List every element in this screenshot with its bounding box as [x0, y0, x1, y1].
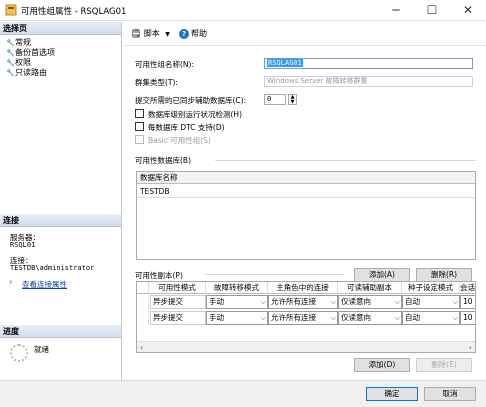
required-sync-spinner[interactable]: ▲ ▼ — [288, 94, 297, 105]
column-header[interactable]: 可读辅助副本 — [338, 282, 402, 294]
cluster-type-label: 群集类型(T): — [135, 78, 178, 87]
wrench-icon: 🔧 — [6, 59, 15, 67]
per-db-dtc-checkbox[interactable] — [135, 122, 144, 131]
database-name-column-header[interactable]: 数据库名称 — [137, 172, 475, 184]
chevron-down-icon: ⌵ — [330, 314, 336, 322]
primary-connections-select[interactable]: 允许所有连接 ⌵ — [268, 311, 338, 325]
chevron-down-icon: ⌵ — [394, 314, 400, 322]
required-sync-input[interactable]: 0 — [264, 94, 286, 105]
toolbar: 🗒 脚本 ▼ ? 帮助 — [123, 22, 486, 46]
row-selector[interactable] — [137, 295, 149, 309]
maximize-button[interactable]: ☐ — [414, 0, 450, 21]
column-header[interactable]: 故障转移模式 — [206, 282, 268, 294]
progress-status: 就绪 — [34, 345, 49, 354]
scroll-left-icon[interactable]: ‹ — [140, 342, 143, 352]
wrench-icon: 🔧 — [6, 49, 15, 57]
column-header[interactable]: 种子设定模式 — [402, 282, 460, 294]
help-button[interactable]: ? 帮助 — [179, 28, 207, 39]
chevron-down-icon: ⌵ — [394, 298, 400, 306]
replicas-grid[interactable]: 可用性模式 故障转移模式 主角色中的连接 可读辅助副本 种子设定模式 会话 异步… — [136, 281, 476, 353]
required-sync-label: 提交所需的已同步辅助数据库(C): — [135, 96, 247, 105]
ag-name-label: 可用性组名称(N): — [135, 60, 194, 69]
cluster-type-select[interactable]: Windows Server 故障转移群集 — [264, 76, 473, 87]
failover-mode-select[interactable]: 手动 ⌵ — [206, 295, 268, 309]
remove-database-button[interactable]: 删除(R) — [416, 268, 472, 282]
session-timeout-cell[interactable]: 10 — [460, 295, 475, 309]
scroll-right-icon[interactable]: › — [469, 342, 472, 352]
availability-mode-cell[interactable]: 异步提交 — [150, 311, 206, 325]
add-database-button[interactable]: 添加(A) — [354, 268, 410, 282]
horizontal-scrollbar[interactable]: ‹ › — [137, 341, 475, 352]
add-replica-button[interactable]: 添加(D) — [354, 358, 410, 372]
select-page-header: 选择页 — [0, 22, 121, 35]
failover-mode-select[interactable]: 手动 ⌵ — [206, 311, 268, 325]
ok-button[interactable]: 确定 — [366, 387, 418, 401]
chevron-down-icon: ⌵ — [260, 314, 266, 322]
seeding-mode-select[interactable]: 自动 ⌵ — [402, 311, 460, 325]
per-db-dtc-label: 每数据库 DTC 支持(D) — [148, 123, 225, 132]
connection-value: TESTDB\administrator — [10, 264, 95, 272]
cancel-button[interactable]: 取消 — [424, 387, 476, 401]
close-button[interactable]: ✕ — [450, 0, 486, 21]
table-row[interactable]: TESTDB — [137, 185, 475, 198]
wrench-icon: 🔧 — [6, 39, 15, 47]
replicas-group-label: 可用性副本(P) — [135, 271, 183, 280]
basic-ag-checkbox[interactable] — [135, 135, 144, 144]
chevron-down-icon: ⌵ — [452, 314, 458, 322]
seeding-mode-select[interactable]: 自动 ⌵ — [402, 295, 460, 309]
session-timeout-cell[interactable]: 10 — [460, 311, 475, 325]
basic-ag-label: Basic 可用性组(S) — [148, 136, 211, 145]
replicas-group-divider — [205, 274, 345, 275]
chevron-down-icon: ⌵ — [330, 298, 336, 306]
column-header[interactable]: 可用性模式 — [149, 282, 206, 294]
help-icon: ? — [179, 28, 189, 39]
remove-replica-button[interactable]: 删除(E) — [416, 358, 472, 372]
databases-grid[interactable]: 数据库名称 TESTDB — [136, 171, 476, 260]
page-item-general[interactable]: 🔧常规 — [6, 38, 31, 48]
availability-mode-cell[interactable]: 异步提交 — [150, 295, 206, 309]
connection-properties-icon: ⚡ — [8, 278, 14, 287]
db-health-checkbox[interactable] — [135, 109, 144, 118]
row-selector-header — [137, 282, 149, 294]
chevron-down-icon: ⌵ — [260, 298, 266, 306]
column-header[interactable]: 主角色中的连接 — [268, 282, 338, 294]
column-header[interactable]: 会话 — [460, 282, 475, 294]
progress-header: 进度 — [0, 325, 121, 338]
server-value: RSQL01 — [10, 241, 36, 249]
progress-spinner-icon — [10, 344, 28, 362]
wrench-icon: 🔧 — [6, 69, 15, 77]
row-selector[interactable] — [137, 311, 149, 325]
right-pane: 🗒 脚本 ▼ ? 帮助 可用性组名称(N): RSQLAG01 群集类型(T): … — [123, 22, 486, 407]
script-dropdown-icon[interactable]: ▼ — [165, 31, 170, 38]
dialog-footer: 确定 取消 — [0, 380, 486, 407]
window-title: 可用性组属性 - RSQLAG01 — [21, 7, 127, 17]
readable-secondary-select[interactable]: 仅读意向 ⌵ — [338, 295, 402, 309]
script-icon: 🗒 — [131, 29, 142, 38]
page-item-backup-preferences[interactable]: 🔧备份首选项 — [6, 48, 55, 58]
databases-group-label: 可用性数据库(B) — [135, 156, 191, 165]
app-icon — [5, 4, 17, 16]
left-pane: 选择页 🔧常规 🔧备份首选项 🔧权限 🔧只读路由 连接 服务器： RSQL01 … — [0, 22, 122, 407]
page-item-readonly-routing[interactable]: 🔧只读路由 — [6, 68, 47, 78]
readable-secondary-select[interactable]: 仅读意向 ⌵ — [338, 311, 402, 325]
db-health-label: 数据库级别运行状况检测(H) — [148, 110, 242, 119]
title-bar: 可用性组属性 - RSQLAG01 ─ ☐ ✕ — [0, 0, 486, 21]
view-connection-properties-link[interactable]: 查看连接属性 — [22, 279, 67, 290]
ag-name-input[interactable]: RSQLAG01 — [264, 58, 473, 69]
primary-connections-select[interactable]: 允许所有连接 ⌵ — [268, 295, 338, 309]
minimize-button[interactable]: ─ — [378, 0, 414, 21]
page-item-permissions[interactable]: 🔧权限 — [6, 58, 31, 68]
script-button[interactable]: 🗒 脚本 ▼ — [131, 28, 170, 39]
databases-group-divider — [215, 160, 476, 161]
chevron-down-icon: ⌵ — [452, 298, 458, 306]
connection-header: 连接 — [0, 214, 121, 227]
